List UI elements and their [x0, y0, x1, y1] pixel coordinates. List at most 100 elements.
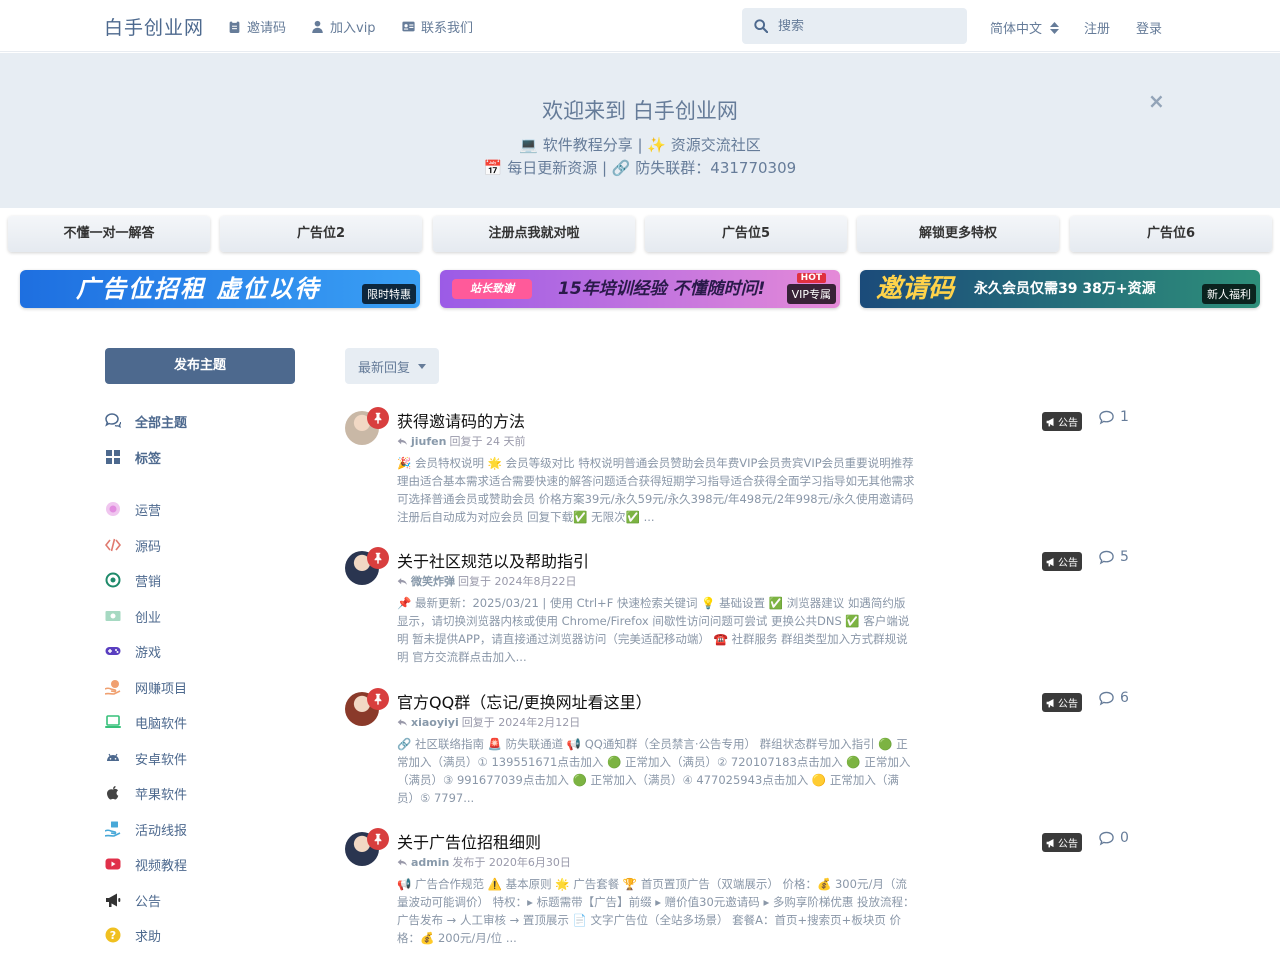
pin-icon [367, 547, 389, 569]
sidebar-item-12[interactable]: 视频教程 [105, 854, 187, 874]
sidebar-item-9[interactable]: 安卓软件 [105, 748, 187, 768]
banner-3-tag: 新人福利 [1202, 284, 1256, 304]
sidebar-item-13[interactable]: 公告 [105, 890, 161, 910]
language-label: 简体中文 [990, 22, 1043, 37]
bullhorn-icon [105, 892, 121, 908]
sidebar-item-4[interactable]: 营销 [105, 570, 161, 590]
reply-count-value: 1 [1120, 409, 1129, 425]
caret-down-icon [418, 363, 426, 369]
banner-1-text: 广告位招租 虚位以待 [76, 275, 321, 303]
hand-gift-icon [105, 821, 121, 837]
reply-count: 0 [1099, 830, 1129, 846]
discussion-user[interactable]: 微笑炸弹 [411, 573, 455, 589]
sidebar-item-8[interactable]: 电脑软件 [105, 712, 187, 732]
search-box[interactable] [742, 8, 967, 44]
sidebar-item-label: 游戏 [135, 645, 162, 661]
hero-title: 欢迎来到 白手创业网 [542, 99, 738, 123]
nav-contact-us[interactable]: 联系我们 [402, 17, 473, 36]
sidebar-item-label: 标签 [135, 451, 162, 467]
sidebar-item-2[interactable]: 运营 [105, 499, 161, 519]
sidebar-item-11[interactable]: 活动线报 [105, 819, 187, 839]
sidebar-item-14[interactable]: ? 求助 [105, 925, 161, 945]
banner-2-text: 15年培训经验 不懂随时问! [558, 279, 766, 299]
sidebar-item-7[interactable]: 网赚项目 [105, 677, 187, 697]
tag-badge-label: 公告 [1058, 558, 1078, 569]
sidebar-item-5[interactable]: 创业 [105, 606, 161, 626]
close-icon[interactable]: × [1148, 89, 1165, 113]
ad-button-3[interactable]: 注册点我就对啦 [433, 216, 635, 252]
sidebar-item-label: 网赚项目 [135, 681, 188, 697]
search-input[interactable] [778, 18, 958, 34]
login-link[interactable]: 登录 [1136, 18, 1162, 37]
sidebar-item-label: 创业 [135, 610, 162, 626]
reply-count: 6 [1099, 690, 1129, 706]
bullhorn-icon [1046, 838, 1054, 847]
banner-3-subtext: 永久会员仅需39 38万+资源 [974, 281, 1156, 297]
sort-dropdown[interactable]: 最新回复 [345, 348, 439, 384]
sort-caret-icon [1050, 21, 1060, 34]
reply-count-value: 6 [1120, 690, 1129, 706]
hand-coin-icon [105, 679, 121, 695]
discussion-excerpt: 📌 最新更新：2025/03/21 | 使用 Ctrl+F 快速检索关键词 💡 … [397, 596, 910, 664]
pin-icon [367, 828, 389, 850]
code-icon [105, 537, 121, 553]
discussion-action: 回复于 2024年2月12日 [461, 716, 581, 729]
tag-badge[interactable]: 公告 [1042, 693, 1082, 712]
sidebar-item-label: 电脑软件 [135, 716, 188, 732]
tag-badge[interactable]: 公告 [1042, 552, 1082, 571]
sidebar-item-label: 活动线报 [135, 823, 188, 839]
discussion-title[interactable]: 官方QQ群（忘记/更换网址看这里） [397, 689, 652, 713]
reply-icon [397, 437, 407, 445]
question-icon: ? [105, 927, 121, 943]
gamepad-icon [105, 643, 121, 659]
discussion-title[interactable]: 获得邀请码的方法 [397, 408, 525, 432]
bullhorn-icon [1046, 557, 1054, 566]
signup-link[interactable]: 注册 [1084, 18, 1110, 37]
youtube-icon [105, 856, 121, 872]
comments-icon [105, 413, 121, 429]
ad-button-4[interactable]: 广告位5 [645, 216, 847, 252]
post-topic-button[interactable]: 发布主题 [105, 348, 295, 384]
tag-badge[interactable]: 公告 [1042, 412, 1082, 431]
reply-icon [397, 718, 407, 726]
sidebar-item-1[interactable]: 标签 [105, 447, 161, 467]
tag-badge-label: 公告 [1058, 699, 1078, 710]
banner-ad-rent[interactable]: 广告位招租 虚位以待 限时特惠 [20, 270, 420, 308]
ad-button-5[interactable]: 解锁更多特权 [857, 216, 1059, 252]
ad-button-1[interactable]: 不懂一对一解答 [8, 216, 210, 252]
sidebar-item-3[interactable]: 源码 [105, 535, 161, 555]
discussion-excerpt: 📢 广告合作规范 ⚠️ 基本原则 🌟 广告套餐 🏆 首页置顶广告（双端展示） 价… [397, 877, 915, 945]
language-selector[interactable]: 简体中文 [990, 18, 1060, 37]
nav-invite-code[interactable]: 邀请码 [228, 17, 286, 36]
discussion-user[interactable]: jiufen [411, 435, 446, 448]
discussion-meta: jiufen 回复于 24 天前 [397, 433, 525, 449]
discussion-user[interactable]: xiaoyiyi [411, 716, 459, 729]
welcome-hero: 欢迎来到 白手创业网 💻 软件教程分享 | ✨ 资源交流社区 📅 每日更新资源 … [0, 53, 1280, 208]
discussion-action: 回复于 24 天前 [449, 435, 526, 448]
money-icon [105, 608, 121, 624]
banner-invite-code[interactable]: 邀请码 永久会员仅需39 38万+资源 新人福利 [860, 270, 1260, 308]
ad-button-2[interactable]: 广告位2 [220, 216, 422, 252]
sidebar-item-10[interactable]: 苹果软件 [105, 783, 187, 803]
banner-training[interactable]: 站长致谢 15年培训经验 不懂随时问! HOT VIP专属 [440, 270, 840, 308]
discussion-user[interactable]: admin [411, 856, 449, 869]
discussion-title[interactable]: 关于社区规范以及帮助指引 [397, 548, 589, 572]
pin-icon [367, 407, 389, 429]
nav-contact-us-label: 联系我们 [421, 21, 474, 36]
nav-join-vip-label: 加入vip [330, 21, 376, 36]
ad-button-6[interactable]: 广告位6 [1070, 216, 1272, 252]
reply-count-value: 5 [1120, 549, 1129, 565]
nav-join-vip[interactable]: 加入vip [311, 17, 376, 36]
apple-icon [105, 785, 121, 801]
discussion-meta: admin 发布于 2020年6月30日 [397, 854, 571, 870]
discussion-excerpt: 🔗 社区联络指南 🚨 防失联通道 📢 QQ通知群（全员禁言·公告专用） 群组状态… [397, 737, 911, 805]
discussion-title[interactable]: 关于广告位招租细则 [397, 829, 541, 853]
sidebar-item-6[interactable]: 游戏 [105, 641, 161, 661]
id-card-icon [402, 21, 415, 32]
site-logo[interactable]: 白手创业网 [104, 13, 204, 40]
nav-invite-code-label: 邀请码 [247, 21, 287, 36]
sidebar-item-0[interactable]: 全部主题 [105, 411, 187, 431]
tag-badge[interactable]: 公告 [1042, 833, 1082, 852]
comment-icon [1099, 691, 1114, 706]
discussion-meta: xiaoyiyi 回复于 2024年2月12日 [397, 714, 580, 730]
